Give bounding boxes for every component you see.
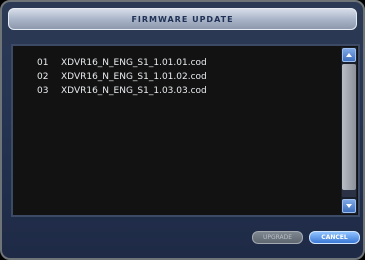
scrollbar[interactable] (341, 47, 357, 214)
list-item[interactable]: 03 XDVR16_N_ENG_S1_1.03.03.cod (19, 84, 331, 98)
scroll-thumb[interactable] (342, 64, 356, 190)
file-name: XDVR16_N_ENG_S1_1.01.01.cod (61, 58, 207, 68)
scroll-up-button[interactable] (342, 48, 356, 62)
file-list: 01 XDVR16_N_ENG_S1_1.01.01.cod 02 XDVR16… (19, 56, 331, 98)
list-item[interactable]: 02 XDVR16_N_ENG_S1_1.01.02.cod (19, 70, 331, 84)
arrow-up-icon (346, 53, 352, 57)
scroll-down-button[interactable] (342, 199, 356, 213)
cancel-button[interactable]: CANCEL (309, 231, 360, 244)
file-number: 03 (37, 86, 49, 96)
file-number: 02 (37, 72, 49, 82)
file-name: XDVR16_N_ENG_S1_1.01.02.cod (61, 72, 207, 82)
file-number: 01 (37, 58, 49, 68)
arrow-down-icon (346, 204, 352, 208)
dialog-title: FIRMWARE UPDATE (131, 14, 234, 24)
upgrade-button[interactable]: UPGRADE (252, 231, 303, 244)
file-list-panel: 01 XDVR16_N_ENG_S1_1.01.01.cod 02 XDVR16… (11, 44, 360, 217)
firmware-update-dialog: FIRMWARE UPDATE 01 XDVR16_N_ENG_S1_1.01.… (0, 0, 365, 260)
file-name: XDVR16_N_ENG_S1_1.03.03.cod (61, 86, 207, 96)
list-item[interactable]: 01 XDVR16_N_ENG_S1_1.01.01.cod (19, 56, 331, 70)
title-bar: FIRMWARE UPDATE (8, 8, 357, 30)
